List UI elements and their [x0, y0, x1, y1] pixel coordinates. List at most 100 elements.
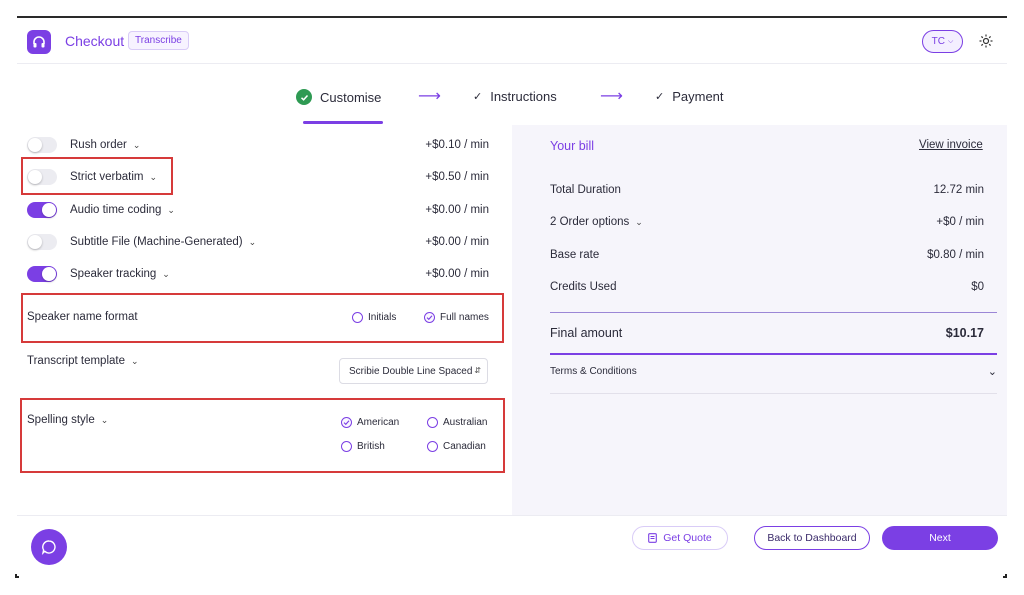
option-price: +$0.10 / min [425, 139, 489, 151]
radio-label: Australian [443, 417, 488, 428]
radio-empty-icon [341, 441, 352, 452]
option-price: +$0.00 / min [425, 236, 489, 248]
radio-empty-icon [427, 441, 438, 452]
step-label: Instructions [490, 89, 557, 104]
audio-time-coding-toggle[interactable] [27, 202, 57, 218]
chevron-down-icon[interactable]: ⌄ [635, 217, 643, 228]
back-to-dashboard-button[interactable]: Back to Dashboard [754, 526, 870, 550]
option-speaker-tracking: Speaker tracking ⌄ +$0.00 / min [27, 264, 489, 284]
divider [550, 393, 997, 394]
page-title: Checkout [65, 33, 125, 49]
bill-row-value: +$0 / min [936, 216, 984, 228]
option-price: +$0.00 / min [425, 204, 489, 216]
option-label: Rush order [70, 139, 127, 151]
radio-canadian[interactable]: Canadian [427, 441, 486, 452]
radio-label: British [357, 441, 385, 452]
radio-american[interactable]: American [341, 417, 399, 428]
bill-panel: Your bill View invoice Total Duration 12… [512, 125, 1007, 515]
option-rush-order: Rush order ⌄ +$0.10 / min [27, 135, 489, 155]
headphones-icon[interactable] [27, 30, 51, 54]
subtitle-file-toggle[interactable] [27, 234, 57, 250]
chevron-down-icon[interactable]: ⌄ [133, 140, 141, 151]
radio-australian[interactable]: Australian [427, 417, 487, 428]
bill-row-value: $0 [971, 281, 984, 293]
service-tag: Transcribe [128, 31, 189, 50]
sun-icon[interactable] [977, 32, 995, 50]
bill-title: Your bill [550, 139, 595, 153]
radio-british[interactable]: British [341, 441, 385, 452]
bill-row-total-duration: Total Duration 12.72 min [550, 184, 984, 196]
view-invoice-link[interactable]: View invoice [919, 139, 983, 151]
option-subtitle-file: Subtitle File (Machine-Generated) ⌄ +$0.… [27, 232, 489, 252]
bill-row-label: Credits Used [550, 281, 617, 293]
radio-label: Full names [440, 312, 489, 323]
radio-label: Initials [368, 312, 397, 323]
option-label: Subtitle File (Machine-Generated) [70, 236, 243, 248]
bill-row-value: $0.80 / min [927, 249, 984, 261]
transcript-template-label: Transcript template [27, 355, 125, 367]
bill-row-value: 12.72 min [933, 184, 984, 196]
radio-empty-icon [427, 417, 438, 428]
terms-conditions-row[interactable]: Terms & Conditions ⌄ [550, 365, 997, 378]
top-header: Checkout Transcribe TC ⌵ [17, 18, 1007, 64]
option-price: +$0.00 / min [425, 268, 489, 280]
bill-row-label: Total Duration [550, 184, 621, 196]
radio-label: American [357, 417, 400, 428]
bill-row-base-rate: Base rate $0.80 / min [550, 249, 984, 261]
arrow-right-icon: ⟶ [418, 88, 441, 105]
bill-row-label: 2 Order options [550, 216, 630, 228]
select-value: Scribie Double Line Spaced [349, 366, 473, 377]
get-quote-button[interactable]: Get Quote [632, 526, 728, 550]
spelling-style-label-row: Spelling style ⌄ [27, 414, 108, 426]
chevron-down-icon[interactable]: ⌄ [162, 269, 170, 280]
bill-row-credits-used: Credits Used $0 [550, 281, 984, 293]
step-instructions[interactable]: ✓ Instructions [473, 89, 557, 104]
window-corner-left [15, 574, 19, 578]
radio-checked-icon [341, 417, 352, 428]
select-caret-icon: ⇵ [472, 366, 481, 375]
divider [550, 312, 997, 313]
radio-initials[interactable]: Initials [352, 312, 396, 323]
check-circle-icon [296, 89, 312, 105]
radio-empty-icon [352, 312, 363, 323]
chevron-down-icon[interactable]: ⌄ [249, 237, 257, 248]
chevron-down-icon: ⌄ [987, 366, 997, 378]
chat-icon[interactable] [31, 529, 67, 565]
document-icon [648, 533, 658, 543]
option-price: +$0.50 / min [425, 171, 489, 183]
step-customise[interactable]: Customise [296, 89, 381, 105]
transcript-template-select[interactable]: Scribie Double Line Spaced ⇵ [339, 358, 488, 384]
button-label: Back to Dashboard [767, 532, 857, 544]
step-label: Customise [320, 89, 382, 105]
speaker-tracking-toggle[interactable] [27, 266, 57, 282]
user-menu-button[interactable]: TC ⌵ [922, 30, 963, 53]
rush-order-toggle[interactable] [27, 137, 57, 153]
bill-row-order-options: 2 Order options ⌄ +$0 / min [550, 216, 984, 228]
speaker-name-format-label: Speaker name format [27, 311, 138, 323]
spelling-style-label: Spelling style [27, 414, 95, 426]
chevron-down-icon[interactable]: ⌄ [101, 415, 109, 426]
bill-final-amount: Final amount $10.17 [550, 326, 984, 340]
check-icon: ✓ [473, 91, 483, 103]
active-step-indicator [303, 121, 383, 124]
check-icon: ✓ [655, 91, 665, 103]
step-payment[interactable]: ✓ Payment [655, 89, 724, 104]
user-initials: TC [931, 36, 946, 47]
option-audio-time-coding: Audio time coding ⌄ +$0.00 / min [27, 200, 489, 220]
chevron-down-icon[interactable]: ⌄ [131, 356, 139, 367]
highlight-box [21, 157, 173, 195]
button-label: Next [929, 532, 951, 544]
final-amount-label: Final amount [550, 326, 623, 340]
chevron-down-icon[interactable]: ⌄ [167, 205, 175, 216]
transcript-template-label-row: Transcript template ⌄ [27, 355, 139, 367]
button-label: Get Quote [663, 532, 712, 544]
radio-full-names[interactable]: Full names [424, 312, 489, 323]
bill-row-label: Base rate [550, 249, 600, 261]
option-label: Audio time coding [70, 204, 162, 216]
final-amount-value: $10.17 [945, 326, 984, 340]
step-label: Payment [672, 89, 724, 104]
arrow-right-icon: ⟶ [600, 88, 623, 105]
highlight-box [20, 398, 505, 473]
next-button[interactable]: Next [882, 526, 998, 550]
terms-label: Terms & Conditions [550, 366, 637, 377]
